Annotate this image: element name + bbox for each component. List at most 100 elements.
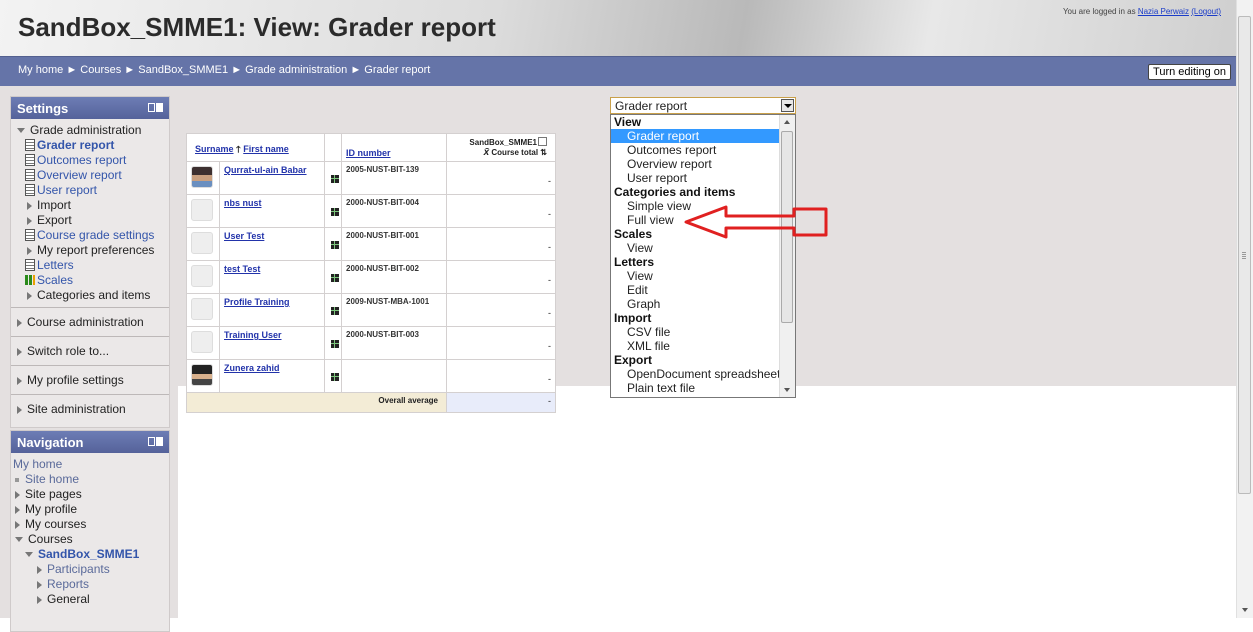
page-header: SandBox_SMME1: View: Grader report You a… (0, 0, 1237, 56)
course-total-cell[interactable]: - (446, 260, 556, 294)
dropdown-option[interactable]: OpenDocument spreadsheet (611, 367, 795, 381)
dock-icon[interactable] (147, 434, 165, 446)
course-total-cell[interactable]: - (446, 227, 556, 261)
sort-icon[interactable]: ⇅ (540, 148, 547, 157)
tree-course-grade-settings[interactable]: Course grade settings (11, 228, 169, 243)
breadcrumb-course[interactable]: SandBox_SMME1 (138, 64, 228, 76)
tree-outcomes-report[interactable]: Outcomes report (11, 153, 169, 168)
avatar[interactable] (191, 364, 213, 386)
nav-site-home[interactable]: Site home (11, 472, 169, 487)
breadcrumb-my-home[interactable]: My home (18, 64, 63, 76)
collapsed-arrow-icon (27, 291, 32, 300)
student-name-link[interactable]: Qurrat-ul-ain Babar (224, 165, 307, 175)
sort-id-link[interactable]: ID number (346, 148, 391, 158)
nav-reports[interactable]: Reports (11, 577, 169, 592)
grade-analysis-icon[interactable] (331, 307, 339, 315)
nav-my-home[interactable]: My home (11, 457, 169, 472)
sort-firstname-link[interactable]: First name (243, 144, 289, 154)
dropdown-option[interactable]: Overview report (611, 157, 795, 171)
nav-general[interactable]: General (11, 592, 169, 607)
grade-analysis-icon[interactable] (331, 340, 339, 348)
user-link[interactable]: Nazia Perwaiz (1138, 7, 1189, 16)
grade-analysis-icon[interactable] (331, 373, 339, 381)
tree-export[interactable]: Export (11, 213, 169, 228)
course-total-cell[interactable]: - (446, 293, 556, 327)
tree-course-administration[interactable]: Course administration (11, 312, 169, 332)
tree-switch-role[interactable]: Switch role to... (11, 341, 169, 361)
dropdown-option[interactable]: XML file (611, 339, 795, 353)
dropdown-option[interactable]: View (611, 269, 795, 283)
dropdown-option[interactable]: Outcomes report (611, 143, 795, 157)
tree-overview-report[interactable]: Overview report (11, 168, 169, 183)
grader-header-row: Surname 🡑 First name ID number SandBox_S… (186, 133, 556, 162)
logout-link[interactable]: (Logout) (1191, 7, 1221, 16)
dropdown-scrollbar[interactable] (779, 115, 795, 397)
grade-analysis-icon[interactable] (331, 241, 339, 249)
student-name-link[interactable]: nbs nust (224, 198, 262, 208)
dock-icon[interactable] (147, 100, 165, 112)
breadcrumb: My home ► Courses ► SandBox_SMME1 ► Grad… (18, 64, 431, 76)
collapsed-arrow-icon (15, 490, 20, 499)
student-name-link[interactable]: Training User (224, 330, 282, 340)
dropdown-option[interactable]: Plain text file (611, 381, 795, 395)
nav-site-pages[interactable]: Site pages (11, 487, 169, 502)
dropdown-option[interactable]: Edit (611, 283, 795, 297)
dropdown-option[interactable]: User report (611, 171, 795, 185)
settings-tree: Grade administration Grader report Outco… (11, 119, 169, 419)
grade-analysis-icon[interactable] (331, 274, 339, 282)
avatar[interactable] (191, 199, 213, 221)
dropdown-option[interactable]: View (611, 241, 795, 255)
avatar[interactable] (191, 331, 213, 353)
collapse-icon[interactable] (538, 137, 547, 146)
course-total-cell[interactable]: - (446, 326, 556, 360)
id-number-cell: 2000-NUST-BIT-004 (341, 194, 447, 228)
tree-grader-report[interactable]: Grader report (11, 138, 169, 153)
dropdown-option[interactable]: CSV file (611, 325, 795, 339)
navbar: My home ► Courses ► SandBox_SMME1 ► Grad… (0, 56, 1237, 87)
chevron-down-icon[interactable] (781, 99, 794, 112)
tree-my-profile-settings[interactable]: My profile settings (11, 370, 169, 390)
student-name-link[interactable]: Profile Training (224, 297, 290, 307)
nav-course[interactable]: SandBox_SMME1 (11, 547, 169, 562)
breadcrumb-grade-admin[interactable]: Grade administration (245, 64, 347, 76)
avatar[interactable] (191, 166, 213, 188)
student-name-link[interactable]: User Test (224, 231, 264, 241)
tree-import[interactable]: Import (11, 198, 169, 213)
collapsed-arrow-icon (27, 246, 32, 255)
scroll-down-icon[interactable] (1242, 608, 1248, 612)
dropdown-option[interactable]: Graph (611, 297, 795, 311)
student-name-link[interactable]: test Test (224, 264, 260, 274)
avatar[interactable] (191, 265, 213, 287)
report-select[interactable]: Grader report (610, 97, 796, 114)
turn-editing-on-button[interactable]: Turn editing on (1148, 64, 1231, 80)
sort-surname-link[interactable]: Surname (195, 144, 234, 154)
page-scrollbar[interactable] (1236, 0, 1253, 618)
nav-courses[interactable]: Courses (11, 532, 169, 547)
scroll-down-icon[interactable] (784, 388, 790, 392)
nav-my-profile[interactable]: My profile (11, 502, 169, 517)
tree-letters[interactable]: Letters (11, 258, 169, 273)
course-total-cell[interactable]: - (446, 359, 556, 393)
course-total-cell[interactable]: - (446, 194, 556, 228)
student-name-link[interactable]: Zunera zahid (224, 363, 280, 373)
grade-analysis-icon[interactable] (331, 175, 339, 183)
course-total-cell[interactable]: - (446, 161, 556, 195)
grade-analysis-icon[interactable] (331, 208, 339, 216)
nav-participants[interactable]: Participants (11, 562, 169, 577)
tree-scales[interactable]: Scales (11, 273, 169, 288)
tree-grade-administration[interactable]: Grade administration (11, 123, 169, 138)
avatar[interactable] (191, 298, 213, 320)
tree-user-report[interactable]: User report (11, 183, 169, 198)
breadcrumb-courses[interactable]: Courses (80, 64, 121, 76)
dropdown-option[interactable]: Grader report (611, 129, 795, 143)
avatar[interactable] (191, 232, 213, 254)
id-number-cell: 2000-NUST-BIT-002 (341, 260, 447, 294)
collapsed-arrow-icon (15, 520, 20, 529)
nav-my-courses[interactable]: My courses (11, 517, 169, 532)
scroll-up-icon[interactable] (784, 120, 790, 124)
tree-my-report-preferences[interactable]: My report preferences (11, 243, 169, 258)
tree-site-administration[interactable]: Site administration (11, 399, 169, 419)
tree-categories-and-items[interactable]: Categories and items (11, 288, 169, 303)
collapsed-arrow-icon (27, 216, 32, 225)
collapsed-arrow-icon (37, 565, 42, 574)
